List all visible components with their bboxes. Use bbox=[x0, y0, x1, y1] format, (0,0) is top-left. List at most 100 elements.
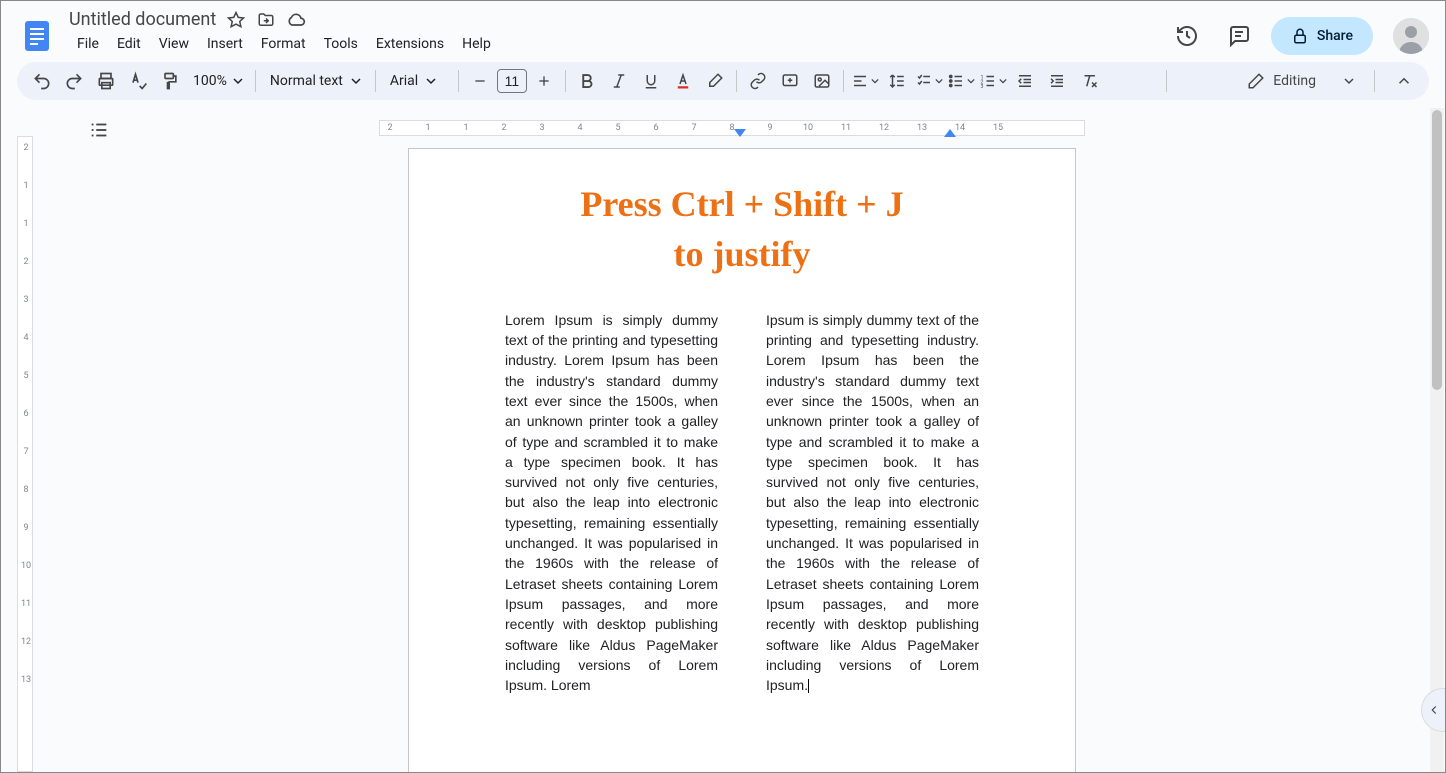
workspace: 2112345678910111213 21123456789101112131… bbox=[1, 108, 1445, 772]
move-icon[interactable] bbox=[256, 10, 276, 30]
separator bbox=[843, 70, 844, 92]
ruler-tick: 7 bbox=[18, 447, 34, 457]
ruler-tick: 6 bbox=[653, 123, 658, 133]
zoom-select[interactable]: 100% bbox=[187, 69, 249, 93]
separator bbox=[736, 70, 737, 92]
ruler-tick: 8 bbox=[729, 123, 734, 133]
ruler-tick: 11 bbox=[18, 599, 34, 609]
font-select[interactable]: Arial bbox=[382, 69, 452, 93]
decrease-indent-button[interactable] bbox=[1010, 66, 1040, 96]
highlight-button[interactable] bbox=[700, 66, 730, 96]
menu-tools[interactable]: Tools bbox=[316, 32, 366, 56]
bulleted-list-button[interactable] bbox=[946, 66, 976, 96]
decrease-font-button[interactable] bbox=[465, 66, 495, 96]
page[interactable]: Press Ctrl + Shift + J to justify Lorem … bbox=[408, 148, 1076, 772]
line-spacing-button[interactable] bbox=[882, 66, 912, 96]
redo-button[interactable] bbox=[59, 66, 89, 96]
editing-mode-button[interactable]: Editing bbox=[1233, 66, 1368, 96]
ruler-tick: 6 bbox=[18, 409, 34, 419]
increase-indent-button[interactable] bbox=[1042, 66, 1072, 96]
ruler-tick: 4 bbox=[577, 123, 582, 133]
ruler-tick: 10 bbox=[803, 123, 813, 133]
canvas[interactable]: Press Ctrl + Shift + J to justify Lorem … bbox=[39, 136, 1445, 772]
menu-format[interactable]: Format bbox=[253, 32, 314, 56]
ruler-tick: 13 bbox=[18, 675, 34, 685]
ruler-tick: 1 bbox=[425, 123, 430, 133]
increase-font-button[interactable] bbox=[529, 66, 559, 96]
numbered-list-button[interactable]: 123 bbox=[978, 66, 1008, 96]
separator bbox=[255, 70, 256, 92]
insert-link-button[interactable] bbox=[743, 66, 773, 96]
text-cursor bbox=[808, 679, 809, 693]
menu-insert[interactable]: Insert bbox=[199, 32, 251, 56]
avatar[interactable] bbox=[1393, 18, 1429, 54]
menu-extensions[interactable]: Extensions bbox=[368, 32, 452, 56]
ruler-tick: 5 bbox=[18, 371, 34, 381]
font-size-control bbox=[465, 66, 559, 96]
ruler-tick: 1 bbox=[18, 219, 34, 229]
menu-file[interactable]: File bbox=[69, 32, 107, 56]
title-area: Untitled document FileEditViewInsertForm… bbox=[65, 9, 1159, 62]
ruler-tick: 7 bbox=[691, 123, 696, 133]
ruler-tick: 12 bbox=[879, 123, 889, 133]
ruler-tick: 12 bbox=[18, 637, 34, 647]
text-color-button[interactable] bbox=[668, 66, 698, 96]
vertical-ruler[interactable]: 2112345678910111213 bbox=[1, 108, 39, 772]
ruler-tick: 2 bbox=[18, 143, 34, 153]
history-icon[interactable] bbox=[1167, 16, 1207, 56]
ruler-tick: 10 bbox=[18, 561, 34, 571]
toolbar: 100% Normal text Arial 123 Ed bbox=[17, 62, 1429, 100]
font-size-input[interactable] bbox=[497, 69, 527, 93]
star-icon[interactable] bbox=[226, 10, 246, 30]
ruler-tick: 8 bbox=[18, 485, 34, 495]
ruler-tick: 3 bbox=[539, 123, 544, 133]
share-button[interactable]: Share bbox=[1271, 17, 1373, 55]
menubar: FileEditViewInsertFormatToolsExtensionsH… bbox=[65, 30, 1159, 62]
separator bbox=[375, 70, 376, 92]
vertical-scrollbar[interactable] bbox=[1430, 108, 1444, 772]
separator bbox=[458, 70, 459, 92]
ruler-tick: 1 bbox=[463, 123, 468, 133]
scrollbar-thumb[interactable] bbox=[1432, 110, 1442, 390]
paragraph-style-select[interactable]: Normal text bbox=[262, 69, 369, 93]
comments-icon[interactable] bbox=[1219, 16, 1259, 56]
document-title[interactable]: Untitled document bbox=[69, 9, 216, 30]
separator bbox=[1166, 70, 1167, 92]
paint-format-button[interactable] bbox=[155, 66, 185, 96]
menu-help[interactable]: Help bbox=[454, 32, 499, 56]
header: Untitled document FileEditViewInsertForm… bbox=[1, 1, 1445, 62]
text-columns: Lorem Ipsum is simply dummy text of the … bbox=[505, 310, 979, 696]
column-2[interactable]: Ipsum is simply dummy text of the printi… bbox=[766, 310, 979, 696]
bold-button[interactable] bbox=[572, 66, 602, 96]
share-label: Share bbox=[1317, 28, 1353, 44]
menu-view[interactable]: View bbox=[151, 32, 197, 56]
menu-edit[interactable]: Edit bbox=[109, 32, 149, 56]
undo-button[interactable] bbox=[27, 66, 57, 96]
italic-button[interactable] bbox=[604, 66, 634, 96]
pencil-icon bbox=[1247, 72, 1265, 90]
cloud-status-icon[interactable] bbox=[286, 10, 306, 30]
add-comment-button[interactable] bbox=[775, 66, 805, 96]
document-area: 21123456789101112131415 Press Ctrl + Shi… bbox=[39, 108, 1445, 772]
align-button[interactable] bbox=[850, 66, 880, 96]
column-1[interactable]: Lorem Ipsum is simply dummy text of the … bbox=[505, 310, 718, 696]
ruler-tick: 2 bbox=[501, 123, 506, 133]
underline-button[interactable] bbox=[636, 66, 666, 96]
insert-image-button[interactable] bbox=[807, 66, 837, 96]
ruler-tick: 3 bbox=[18, 295, 34, 305]
svg-text:3: 3 bbox=[980, 84, 983, 90]
spellcheck-button[interactable] bbox=[123, 66, 153, 96]
clear-formatting-button[interactable] bbox=[1074, 66, 1104, 96]
horizontal-ruler[interactable]: 21123456789101112131415 bbox=[379, 120, 1085, 136]
ruler-tick: 9 bbox=[18, 523, 34, 533]
ruler-tick: 2 bbox=[387, 123, 392, 133]
header-actions: Share bbox=[1167, 16, 1429, 56]
print-button[interactable] bbox=[91, 66, 121, 96]
docs-logo[interactable] bbox=[17, 16, 57, 56]
ruler-tick: 11 bbox=[841, 123, 851, 133]
annotation-overlay: Press Ctrl + Shift + J to justify bbox=[505, 179, 979, 280]
collapse-toolbar-button[interactable] bbox=[1389, 66, 1419, 96]
ruler-tick: 9 bbox=[767, 123, 772, 133]
ruler-tick: 15 bbox=[993, 123, 1003, 133]
checklist-button[interactable] bbox=[914, 66, 944, 96]
